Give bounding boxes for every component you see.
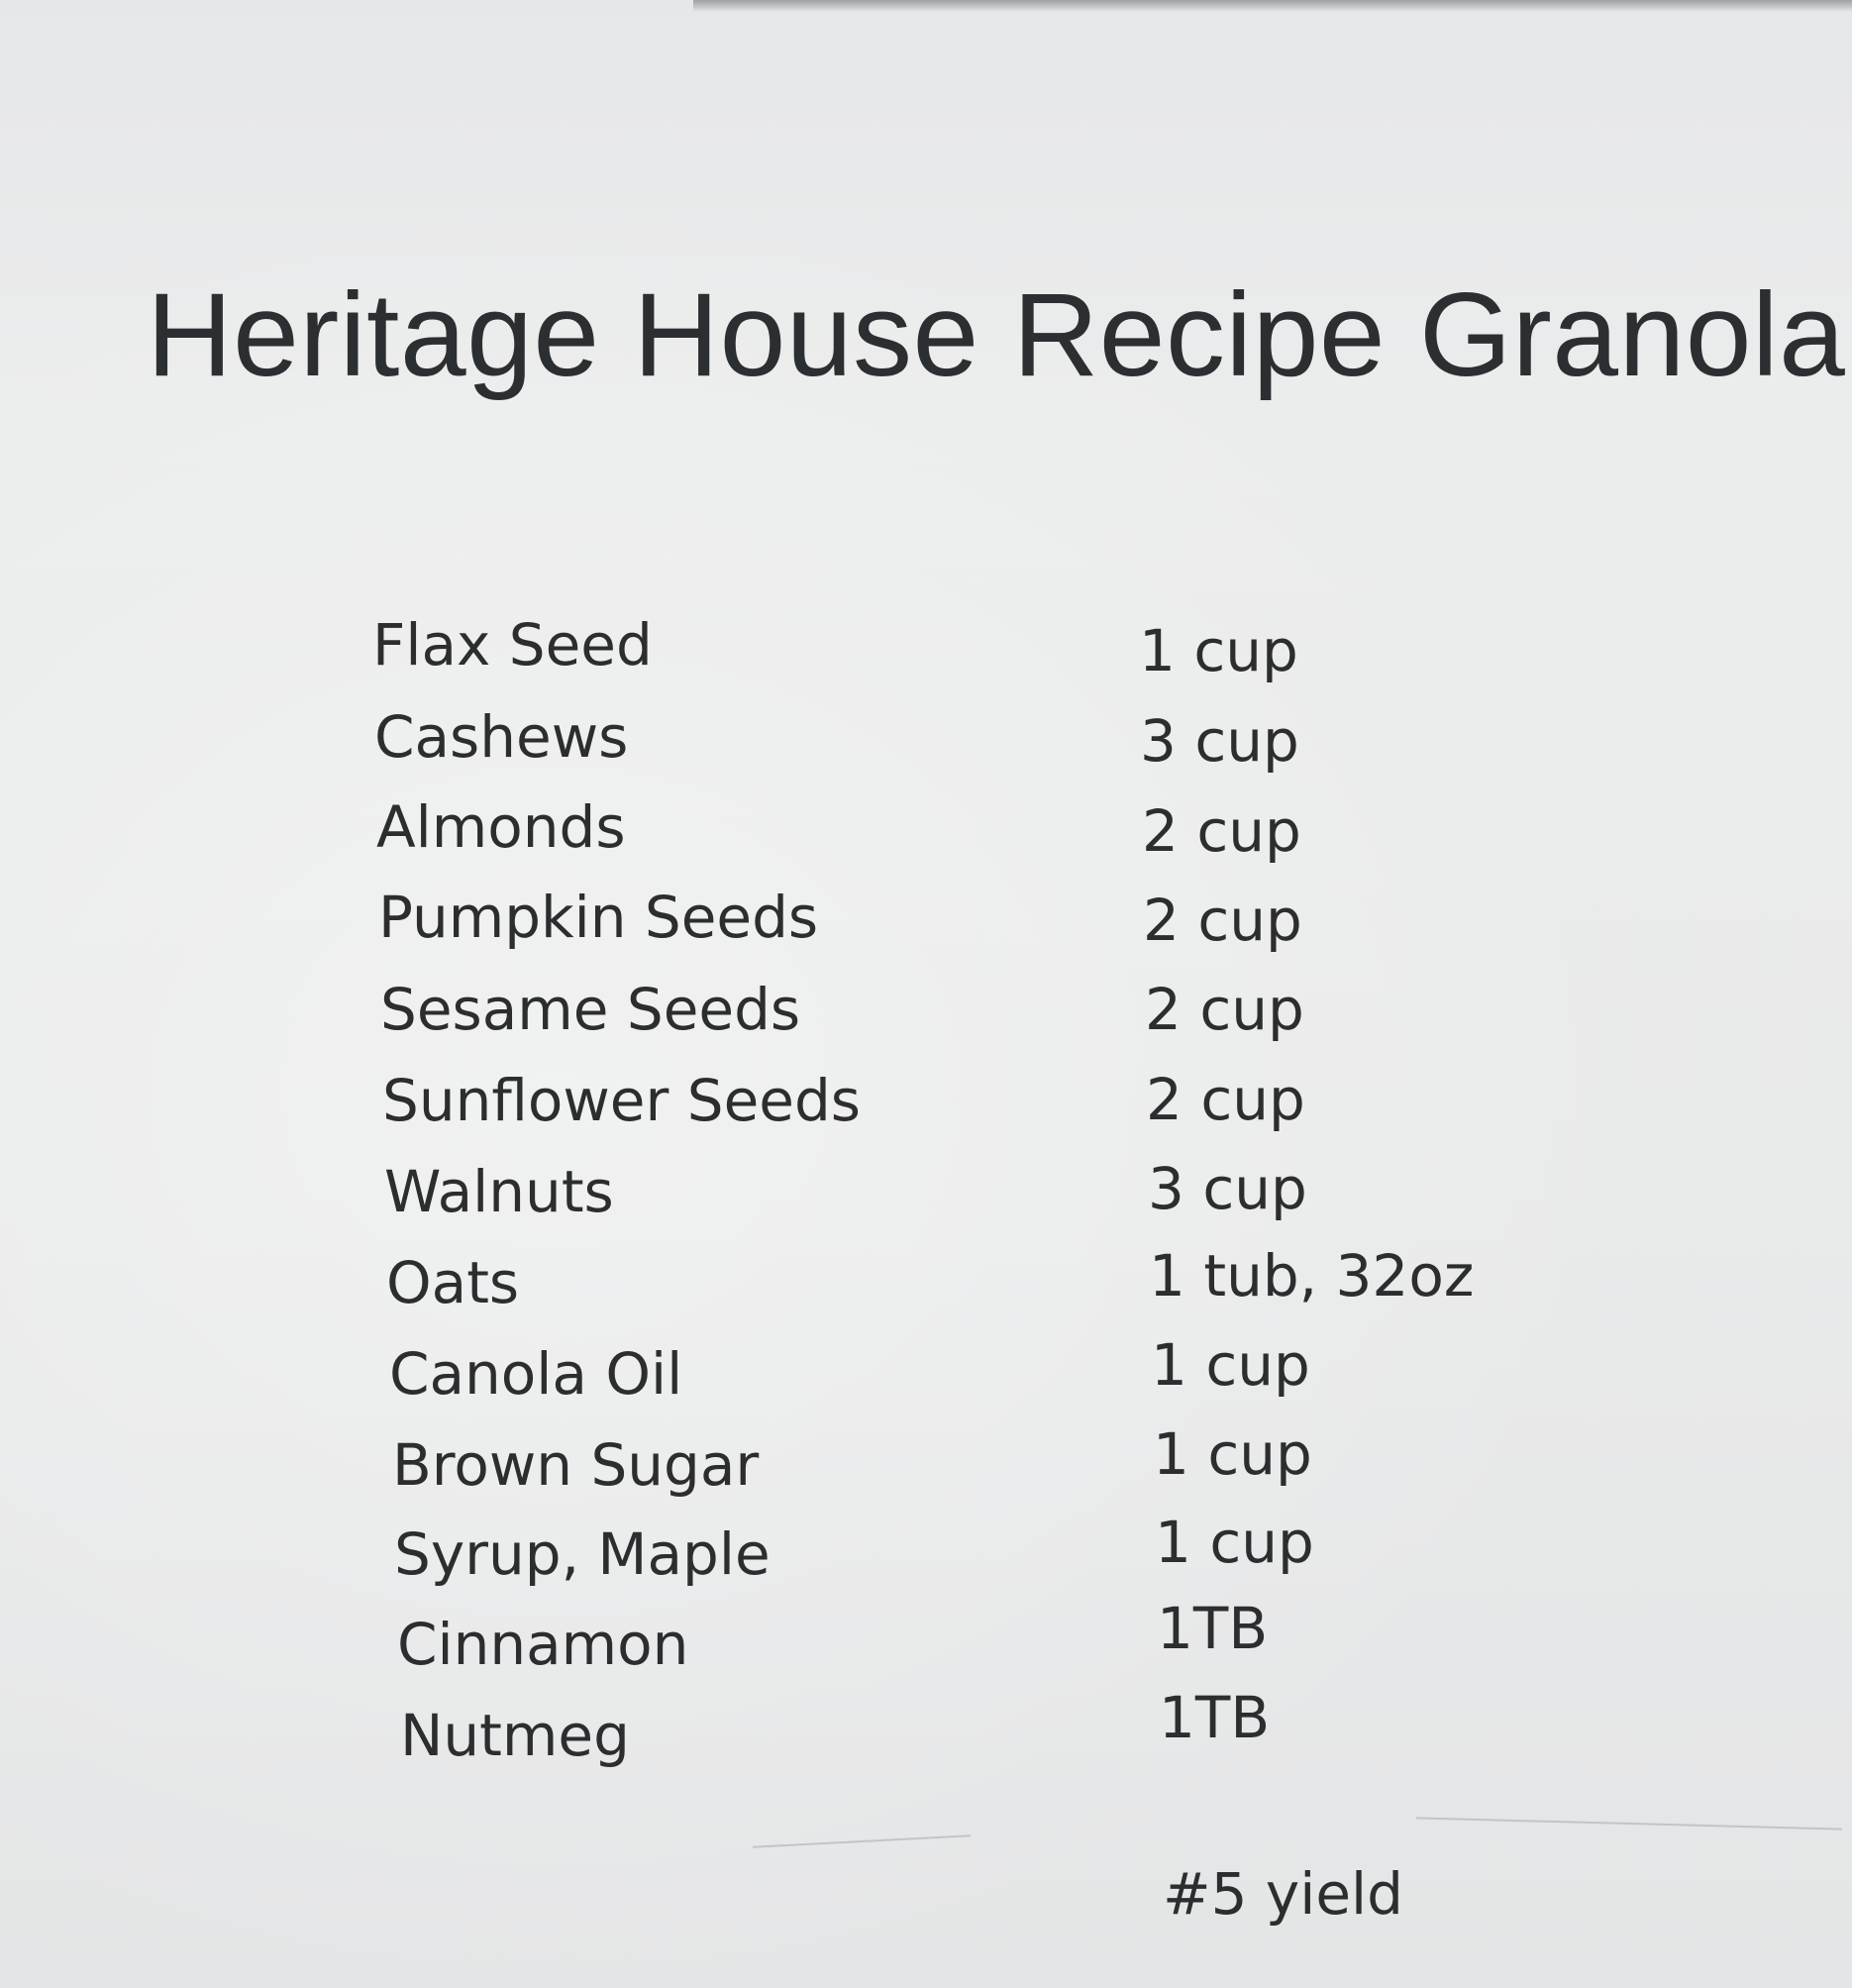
paper-sheet: Heritage House Recipe Granola Flax Seed … bbox=[0, 0, 1852, 1988]
ingredient-quantity: 2 cup bbox=[1145, 976, 1304, 1043]
ingredient-name: Flax Seed bbox=[372, 611, 653, 679]
recipe-yield: #5 yield bbox=[1163, 1860, 1403, 1928]
ingredient-name: Cinnamon bbox=[397, 1611, 689, 1678]
ingredient-quantity: 1TB bbox=[1157, 1595, 1269, 1662]
ingredient-name: Almonds bbox=[376, 793, 626, 861]
ingredient-quantity: 1TB bbox=[1159, 1684, 1271, 1751]
ingredient-quantity: 2 cup bbox=[1146, 1066, 1305, 1133]
ingredient-quantity: 1 cup bbox=[1139, 617, 1298, 684]
ingredient-name: Syrup, Maple bbox=[394, 1520, 771, 1588]
ingredient-quantity: 3 cup bbox=[1148, 1155, 1307, 1222]
ingredient-name: Pumpkin Seeds bbox=[378, 884, 819, 951]
ingredient-name: Brown Sugar bbox=[392, 1431, 760, 1499]
ingredient-name: Cashews bbox=[374, 703, 629, 771]
ingredient-quantity: 2 cup bbox=[1142, 797, 1301, 865]
ingredient-name: Nutmeg bbox=[400, 1702, 630, 1769]
ingredient-quantity: 3 cup bbox=[1140, 707, 1299, 775]
ingredient-name: Walnuts bbox=[384, 1158, 614, 1225]
ingredient-list: Flax Seed 1 cup Cashews 3 cup Almonds 2 … bbox=[0, 0, 1852, 1988]
ingredient-name: Canola Oil bbox=[389, 1340, 683, 1408]
ingredient-name: Oats bbox=[386, 1249, 520, 1316]
ingredient-quantity: 2 cup bbox=[1143, 887, 1302, 954]
ingredient-name: Sesame Seeds bbox=[380, 976, 801, 1043]
ingredient-name: Sunflower Seeds bbox=[382, 1067, 861, 1134]
ingredient-quantity: 1 tub, 32oz bbox=[1149, 1242, 1475, 1309]
ingredient-quantity: 1 cup bbox=[1151, 1331, 1310, 1399]
ingredient-quantity: 1 cup bbox=[1153, 1420, 1312, 1488]
ingredient-quantity: 1 cup bbox=[1155, 1509, 1314, 1576]
